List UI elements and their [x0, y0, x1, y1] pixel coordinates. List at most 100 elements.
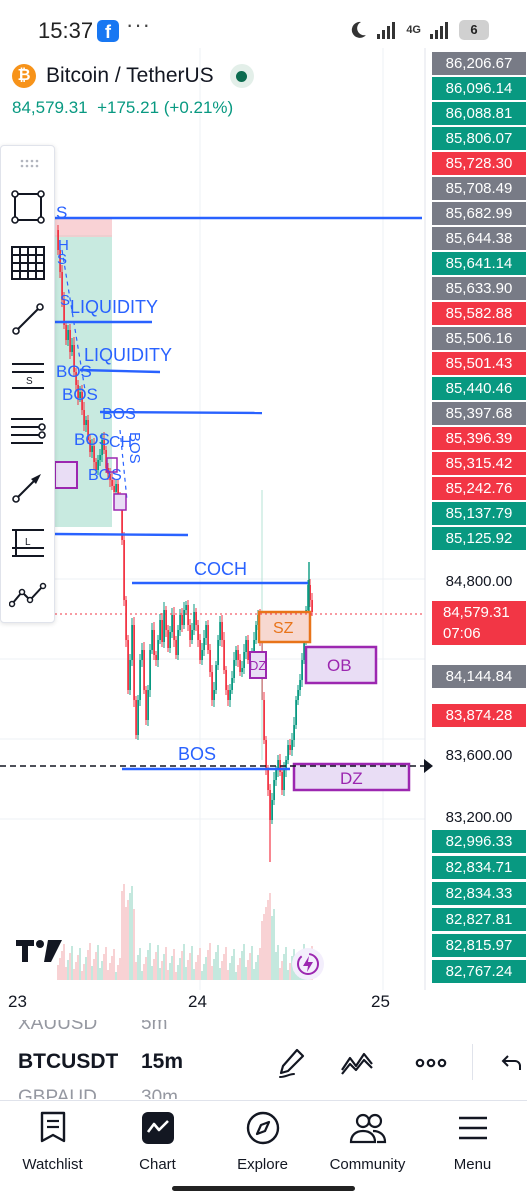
symbol-header[interactable]: ₿ Bitcoin / TetherUS	[12, 64, 254, 88]
timeframe-option-next[interactable]: 30m	[141, 1085, 178, 1099]
drawing-label[interactable]: OB	[327, 656, 352, 675]
undo-icon[interactable]	[497, 1046, 525, 1080]
volume-bar	[149, 943, 151, 980]
candle-body	[135, 700, 137, 735]
zone-box[interactable]	[113, 493, 127, 511]
drawing-label[interactable]: BOS	[102, 406, 136, 423]
symbol-selector[interactable]: BTCUSDT	[18, 1050, 118, 1074]
timeframe-selector[interactable]: 15m	[141, 1050, 183, 1074]
volume-bar	[163, 954, 165, 980]
drawing-tools-panel[interactable]: S L	[0, 145, 55, 623]
nav-explore[interactable]: Explore	[210, 1108, 315, 1173]
nav-watchlist[interactable]: Watchlist	[0, 1108, 105, 1173]
price-axis-tick: 83,200.00	[445, 809, 513, 826]
volume-bar	[129, 893, 131, 980]
candle-body	[193, 612, 195, 630]
drawing-label[interactable]: S	[60, 292, 70, 309]
drawing-label[interactable]: BOS	[178, 744, 216, 764]
volume-bar	[207, 950, 209, 980]
price-axis-label: 82,767.24	[432, 960, 526, 983]
candle-body	[171, 615, 173, 632]
drawing-label[interactable]: SZ	[273, 620, 294, 637]
trend-line-icon[interactable]	[9, 300, 47, 338]
bolt-icon[interactable]	[292, 948, 324, 980]
drawing-label[interactable]: BOS	[74, 430, 110, 449]
volume-bar	[247, 960, 249, 980]
indicators-icon[interactable]	[340, 1046, 374, 1080]
timeframe-option-prev[interactable]: 5m	[141, 1020, 167, 1036]
candle-body	[243, 652, 245, 668]
volume-bar	[229, 963, 231, 980]
grid-tool-icon[interactable]	[9, 244, 47, 282]
volume-bar	[179, 958, 181, 980]
brush-icon[interactable]	[275, 1046, 309, 1080]
volume-bar	[195, 962, 197, 980]
volume-bar	[111, 956, 113, 980]
volume-bar	[69, 953, 71, 980]
symbol-name[interactable]: Bitcoin / TetherUS	[46, 64, 214, 88]
volume-bar	[103, 954, 105, 980]
candle-body	[143, 650, 145, 690]
volume-bar	[71, 946, 73, 980]
symbol-option-prev[interactable]: XAUUSD	[18, 1020, 97, 1036]
path-tool-icon[interactable]	[9, 576, 47, 614]
candle-body	[191, 630, 193, 640]
drawing-label[interactable]: BOS	[126, 432, 143, 464]
drawing-label[interactable]: LIQUIDITY	[70, 297, 158, 317]
candle-body	[159, 620, 161, 640]
long-position-icon[interactable]: L	[9, 524, 47, 562]
volume-bar	[215, 952, 217, 980]
volume-bar	[259, 948, 261, 980]
more-icon[interactable]	[414, 1046, 448, 1080]
volume-bar	[99, 968, 101, 980]
price-axis-label: 82,834.33	[432, 882, 526, 905]
drawing-label[interactable]: DZ	[249, 658, 266, 673]
candle-body	[157, 640, 159, 660]
drawing-label[interactable]: LIQUIDITY	[84, 345, 172, 365]
rectangle-tool-icon[interactable]	[9, 188, 47, 226]
nav-menu[interactable]: Menu	[420, 1108, 525, 1173]
candle-body	[215, 665, 217, 690]
candle-body	[153, 630, 155, 655]
candle-body	[167, 630, 169, 648]
volume-bar	[139, 948, 141, 980]
candle-body	[177, 630, 179, 655]
volume-bar	[67, 960, 69, 980]
drawing-label[interactable]: S	[56, 203, 67, 222]
price-axis-label: 85,440.46	[432, 377, 526, 400]
drawing-label[interactable]: BOS	[56, 362, 92, 381]
horizontal-lines-icon[interactable]	[9, 412, 47, 450]
status-time: 15:37	[38, 18, 94, 43]
nav-chart[interactable]: Chart	[105, 1108, 210, 1173]
drawing-label[interactable]: DZ	[340, 769, 363, 788]
nav-chart-label: Chart	[139, 1156, 176, 1173]
volume-bar	[211, 966, 213, 980]
fib-levels-icon[interactable]: S	[9, 356, 47, 394]
candle-body	[211, 672, 213, 700]
volume-bar	[101, 961, 103, 980]
candle-body	[203, 638, 205, 650]
price-axis-label: 85,501.43	[432, 352, 526, 375]
drawing-label[interactable]: COCH	[194, 559, 247, 579]
price-axis-label: 83,874.28	[432, 704, 526, 727]
arrow-line-icon[interactable]	[9, 468, 47, 506]
candle-body	[183, 610, 185, 625]
candle-body	[301, 660, 303, 680]
drag-handle-icon[interactable]	[19, 156, 39, 168]
volume-bar	[165, 947, 167, 980]
drawing-label[interactable]: BOS	[62, 385, 98, 404]
candle-body	[147, 690, 149, 720]
price-axis-label: 86,096.14	[432, 77, 526, 100]
symbol-option-next[interactable]: GBPAUD	[18, 1085, 97, 1099]
chart-canvas[interactable]: S H S S LIQUIDITY LIQUIDITY BOS BOS BOS BOS CH BOS B…	[0, 48, 527, 990]
candle-body	[137, 700, 139, 735]
candle-body	[65, 325, 67, 340]
current-price-value: 84,579.31	[443, 604, 510, 621]
drawing-label[interactable]: S	[57, 251, 67, 268]
candle-body	[163, 610, 165, 642]
nav-community[interactable]: Community	[315, 1108, 420, 1173]
candle-body	[165, 610, 167, 630]
demand-box[interactable]	[54, 461, 78, 489]
facebook-icon: f	[97, 20, 119, 42]
drawn-line[interactable]	[54, 532, 189, 537]
